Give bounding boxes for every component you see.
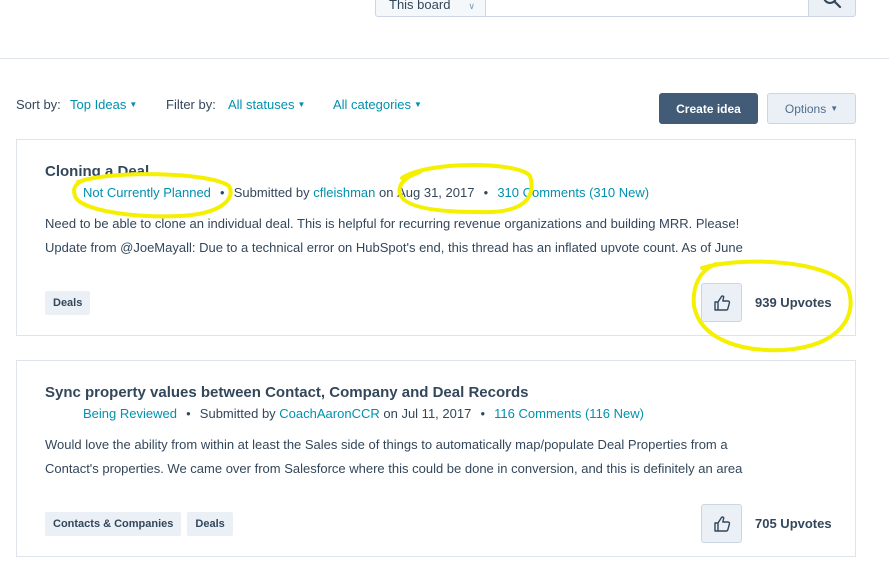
upvote-button[interactable] [701,504,742,543]
idea-tags: Contacts & Companies Deals [45,512,233,536]
options-button[interactable]: Options ▼ [767,93,856,124]
options-label: Options [784,101,827,116]
idea-tags: Deals [45,291,91,315]
separator-dot: ● [219,188,225,197]
board-controls: Sort by: Top Ideas ▼ Filter by: All statu… [16,92,856,124]
caret-down-icon: ▼ [830,104,839,113]
caret-down-icon: ▼ [414,100,422,109]
thumbs-up-icon [713,515,730,532]
search-input[interactable] [486,0,809,17]
idea-description: Need to be able to clone an individual d… [45,212,835,260]
description-line: Need to be able to clone an individual d… [45,216,740,231]
top-bar: This board ∨ [0,0,889,59]
idea-title-link[interactable]: Sync property values between Contact, Co… [45,384,528,401]
idea-meta: Being Reviewed ● Submitted by CoachAaron… [83,406,644,421]
status-filter-value: All statuses [228,97,295,112]
sort-label: Sort by: [16,97,61,112]
filter-label: Filter by: [166,97,216,112]
idea-title-link[interactable]: Cloning a Deal [45,163,149,180]
date-prefix: on [379,185,394,200]
search-button[interactable] [809,0,856,17]
sort-dropdown[interactable]: Top Ideas ▼ [70,97,137,112]
chevron-down-icon: ∨ [468,1,475,11]
search-group: This board ∨ [375,0,856,17]
separator-dot: ● [480,409,486,418]
search-icon [823,0,842,8]
comments-link[interactable]: 310 Comments (310 New) [497,185,649,200]
comments-link[interactable]: 116 Comments (116 New) [494,406,644,421]
date-prefix: on [383,406,398,421]
idea-description: Would love the ability from within at le… [45,433,835,481]
idea-card: Sync property values between Contact, Co… [16,360,856,557]
idea-meta: Not Currently Planned ● Submitted by cfl… [83,185,649,200]
tag-deals[interactable]: Deals [187,512,233,536]
sort-value: Top Ideas [70,97,127,112]
submitted-by-label: Submitted by [233,185,310,200]
category-filter-value: All categories [333,97,412,112]
submitted-by-label: Submitted by [199,406,276,421]
upvote-count: 939 Upvotes [755,295,832,310]
submitted-date: Jul 11, 2017 [401,406,472,421]
upvote-button[interactable] [701,283,742,322]
upvote-count: 705 Upvotes [755,516,832,531]
create-idea-label: Create idea [676,101,741,116]
separator-dot: ● [483,188,489,197]
search-scope-label: This board [389,0,451,12]
submitted-date: Aug 31, 2017 [397,185,475,200]
description-line: Would love the ability from within at le… [45,437,728,452]
caret-down-icon: ▼ [129,100,138,109]
author-link[interactable]: cfleishman [313,185,375,200]
tag-contacts-companies[interactable]: Contacts & Companies [45,512,182,536]
thumbs-up-icon [713,294,730,311]
description-line: Contact's properties. We came over from … [45,461,743,476]
status-filter-dropdown[interactable]: All statuses ▼ [228,97,305,112]
idea-status[interactable]: Not Currently Planned [83,185,211,200]
idea-card: Cloning a Deal Not Currently Planned ● S… [16,139,856,336]
idea-status[interactable]: Being Reviewed [83,406,177,421]
create-idea-button[interactable]: Create idea [659,93,758,124]
category-filter-dropdown[interactable]: All categories ▼ [333,97,422,112]
tag-deals[interactable]: Deals [45,291,91,315]
search-scope-select[interactable]: This board ∨ [375,0,486,17]
description-line: Update from @JoeMayall: Due to a technic… [45,240,743,255]
author-link[interactable]: CoachAaronCCR [279,406,379,421]
separator-dot: ● [185,409,191,418]
caret-down-icon: ▼ [297,100,306,109]
